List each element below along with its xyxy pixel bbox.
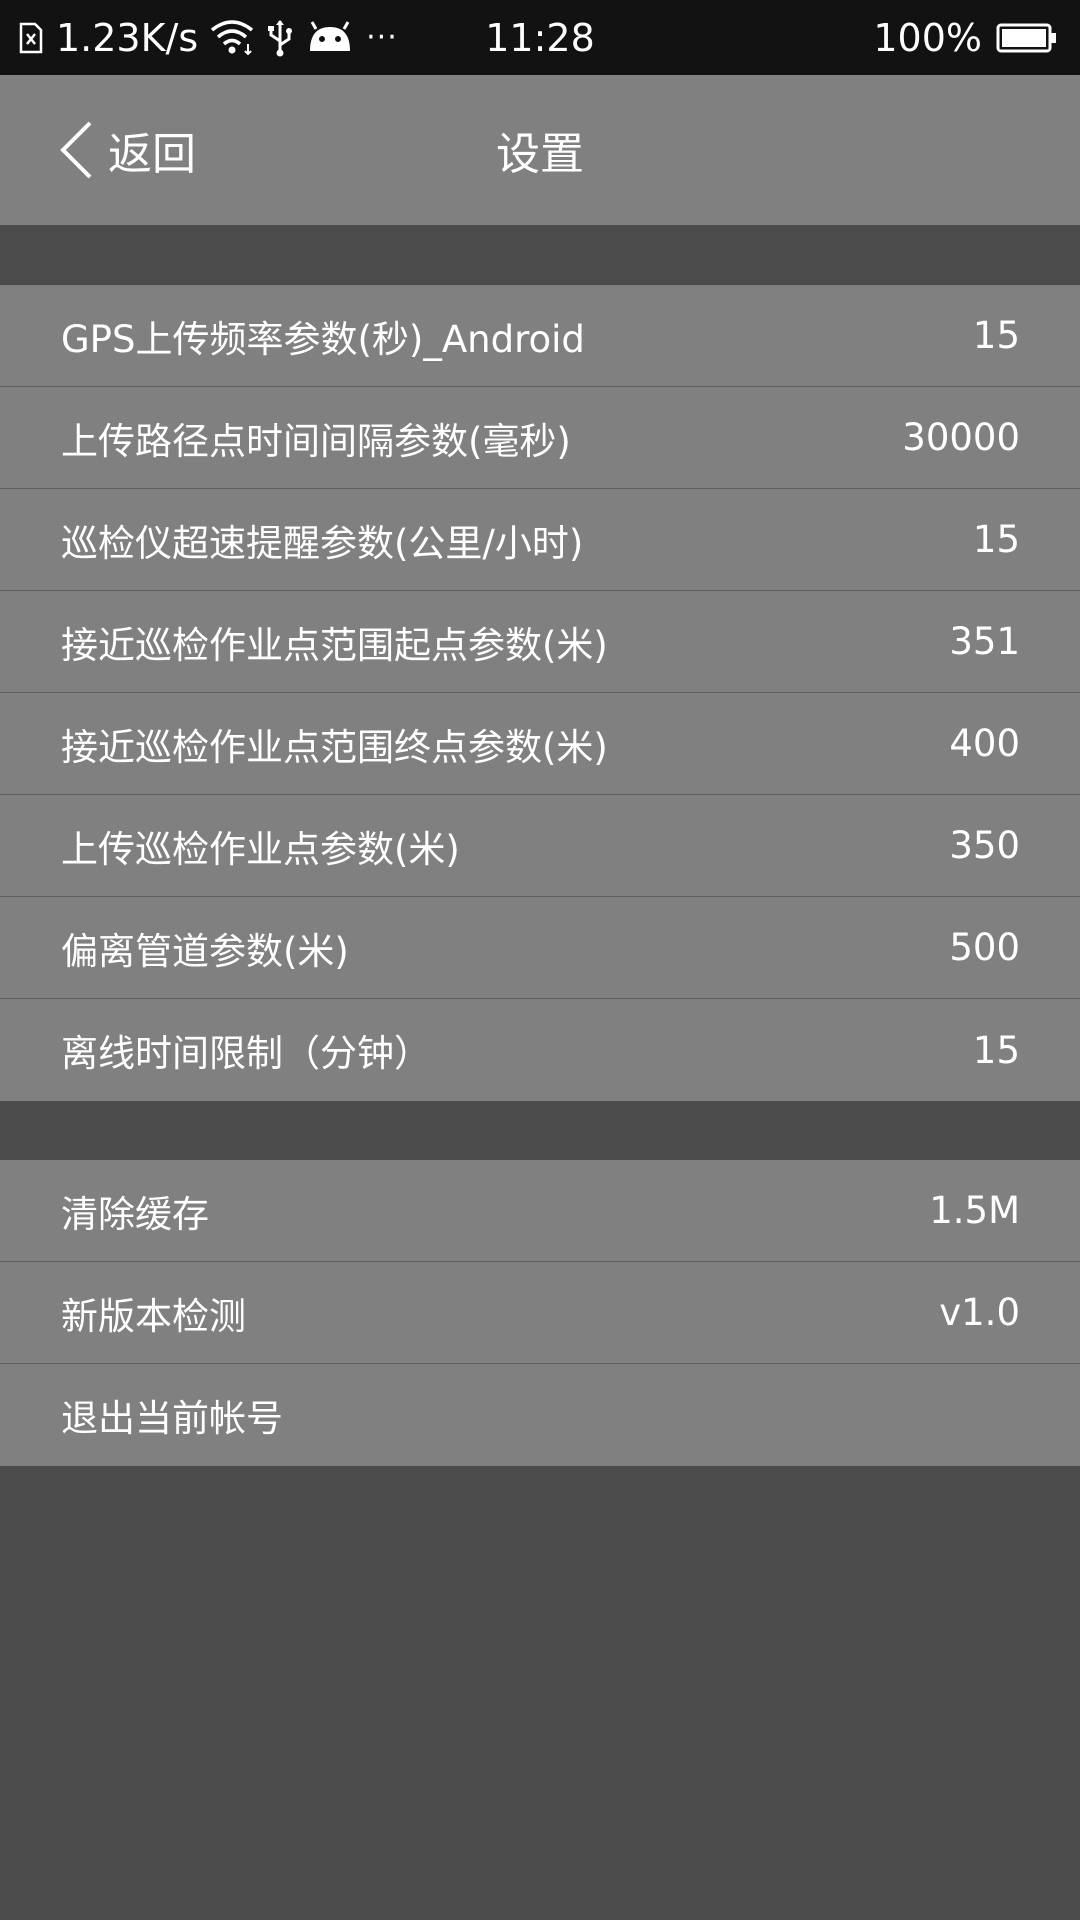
version-number: v1.0 [939,1291,1020,1334]
list-item-label: 退出当前帐号 [61,1397,283,1440]
parameter-settings-list: GPS上传频率参数(秒)_Android 15 上传路径点时间间隔参数(毫秒) … [0,285,1080,1101]
status-left: 1.23K/s ··· [18,0,398,75]
back-button[interactable]: 返回 [58,75,196,225]
wifi-icon [210,19,254,56]
list-item-upload-inspection-point[interactable]: 上传巡检作业点参数(米) 350 [0,795,1080,897]
list-item-path-point-interval[interactable]: 上传路径点时间间隔参数(毫秒) 30000 [0,387,1080,489]
list-item-label: 上传巡检作业点参数(米) [61,827,460,871]
system-settings-list: 清除缓存 1.5M 新版本检测 v1.0 退出当前帐号 [0,1160,1080,1466]
list-item-approach-range-end[interactable]: 接近巡检作业点范围终点参数(米) 400 [0,693,1080,795]
status-right: 100% [873,0,1058,75]
list-item-label: GPS上传频率参数(秒)_Android [61,317,585,361]
status-bar: 1.23K/s ··· 11:28 100% [0,0,1080,75]
list-item-pipeline-deviation[interactable]: 偏离管道参数(米) 500 [0,897,1080,999]
back-label: 返回 [108,129,196,180]
chevron-left-icon [58,120,94,180]
list-item-value: 350 [949,824,1020,867]
logout-button[interactable]: 退出当前帐号 [0,1364,1080,1466]
list-item-value: 351 [949,620,1020,663]
list-item-label: 清除缓存 [61,1192,209,1236]
list-item-label: 离线时间限制（分钟） [61,1032,431,1075]
battery-level: 100% [873,15,982,60]
list-item-label: 接近巡检作业点范围起点参数(米) [61,623,608,667]
list-item-value: 15 [972,518,1020,561]
list-item-value: 30000 [902,416,1020,459]
check-update-button[interactable]: 新版本检测 v1.0 [0,1262,1080,1364]
list-item-value: 15 [972,1028,1020,1072]
usb-icon [266,19,294,57]
list-item-value: 400 [949,722,1020,765]
list-item-value: 500 [949,926,1020,969]
list-item-label: 接近巡检作业点范围终点参数(米) [61,725,608,769]
list-item-overspeed-alert[interactable]: 巡检仪超速提醒参数(公里/小时) 15 [0,489,1080,591]
list-item-label: 巡检仪超速提醒参数(公里/小时) [61,521,584,565]
list-item-label: 新版本检测 [61,1294,246,1338]
list-item-value: 15 [972,314,1020,357]
sim-card-icon [18,22,44,54]
clock: 11:28 [485,15,595,60]
cache-size: 1.5M [929,1189,1020,1232]
list-item-gps-upload-frequency[interactable]: GPS上传频率参数(秒)_Android 15 [0,285,1080,387]
network-speed: 1.23K/s [56,15,199,60]
clear-cache-button[interactable]: 清除缓存 1.5M [0,1160,1080,1262]
battery-icon [996,22,1058,54]
list-item-label: 偏离管道参数(米) [61,929,349,973]
list-item-label: 上传路径点时间间隔参数(毫秒) [61,419,571,463]
android-icon [306,20,354,55]
more-notifications-icon: ··· [366,20,398,55]
list-item-approach-range-start[interactable]: 接近巡检作业点范围起点参数(米) 351 [0,591,1080,693]
title-bar: 返回 设置 [0,75,1080,225]
list-item-offline-time-limit[interactable]: 离线时间限制（分钟） 15 [0,999,1080,1101]
